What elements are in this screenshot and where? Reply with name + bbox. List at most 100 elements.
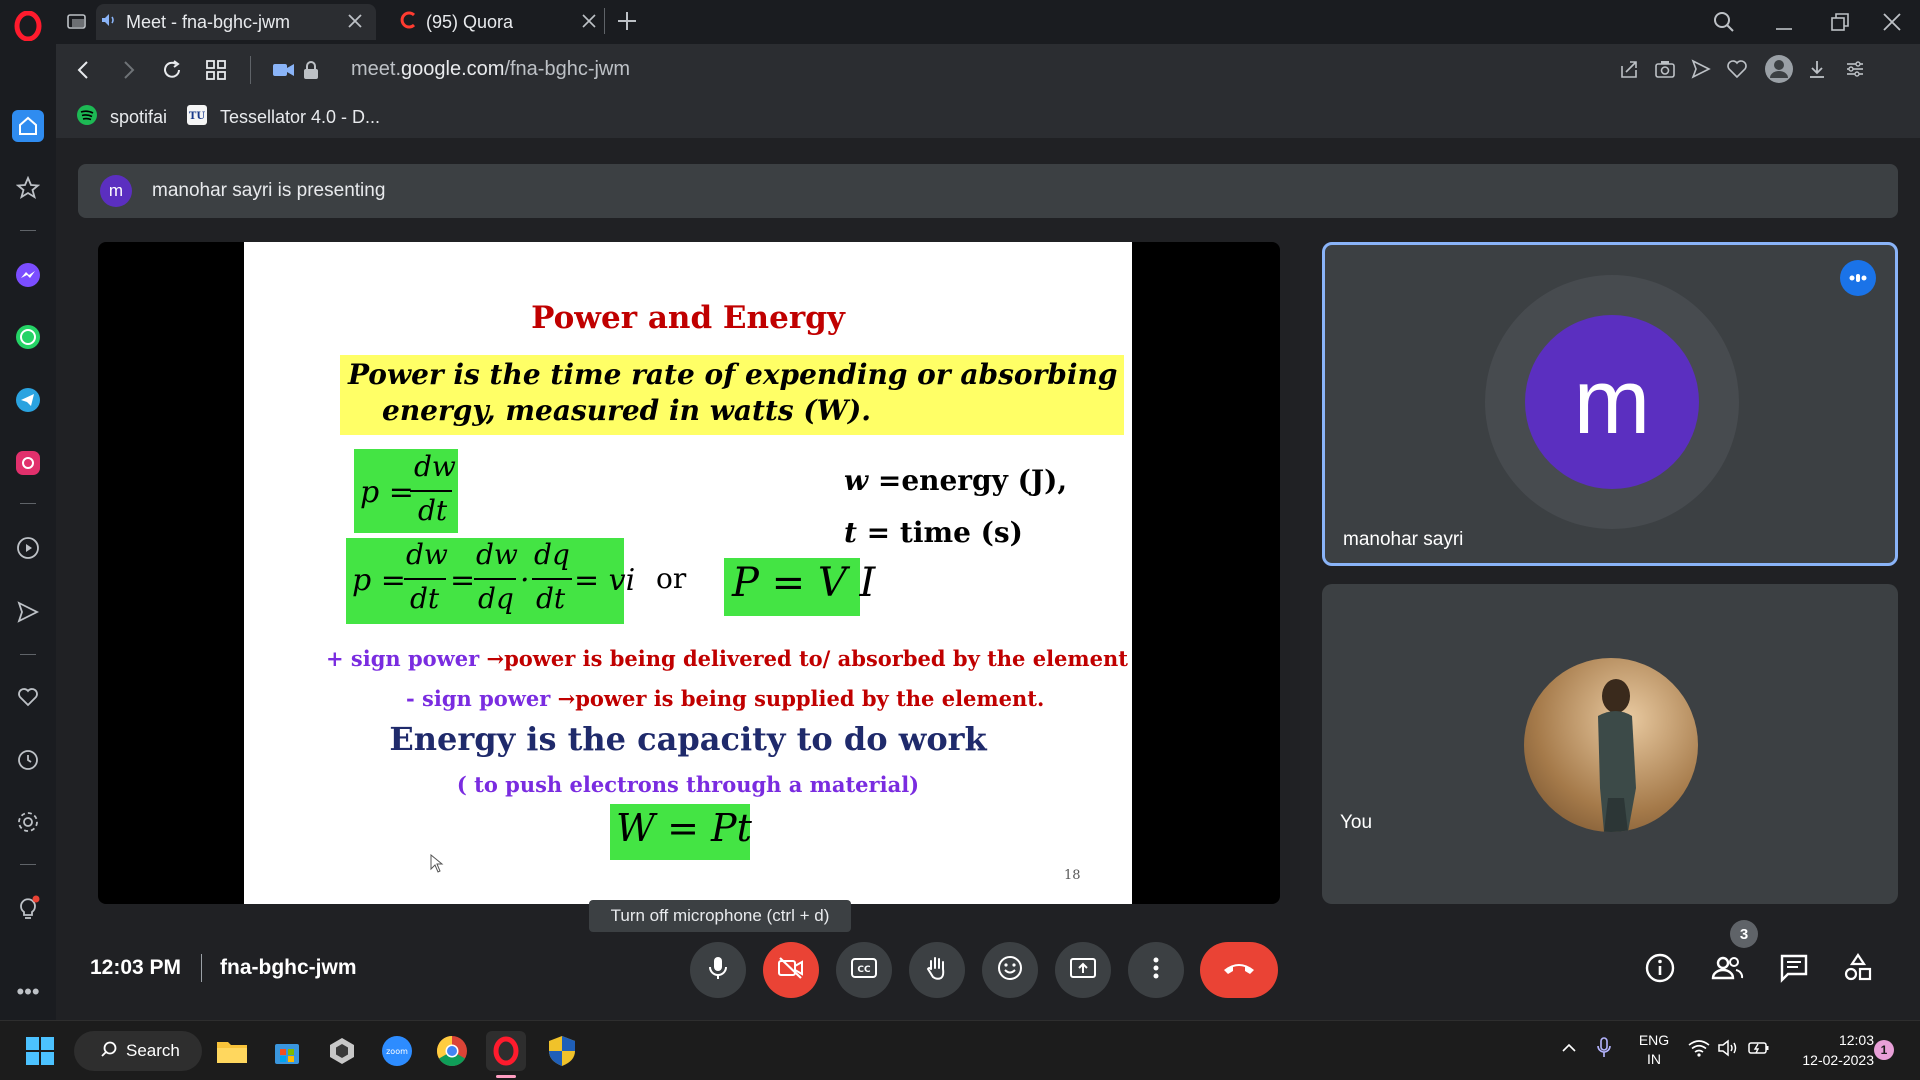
emoji-icon	[997, 955, 1023, 986]
restore-icon[interactable]	[1828, 10, 1852, 39]
slide-page-number: 18	[1064, 868, 1081, 883]
formula2-tail: = vi	[574, 563, 636, 598]
microphone-tray-icon[interactable]	[1596, 1037, 1612, 1064]
settings-gear-icon[interactable]	[12, 806, 44, 838]
speed-dial-icon[interactable]	[204, 58, 228, 82]
profile-avatar-icon[interactable]	[1764, 54, 1794, 84]
participant-tile-self[interactable]: You	[1322, 584, 1898, 904]
wifi-icon[interactable]	[1688, 1039, 1710, 1062]
spotify-icon	[76, 104, 98, 131]
meeting-info-button[interactable]	[1644, 952, 1676, 989]
emoji-button[interactable]	[982, 942, 1038, 998]
whatsapp-icon[interactable]	[12, 321, 44, 353]
tab-meet[interactable]: Meet - fna-bghc-jwm	[96, 4, 376, 40]
captions-button[interactable]: CC	[836, 942, 892, 998]
tab-quora[interactable]: (95) Quora	[340, 4, 660, 40]
microsoft-store-icon[interactable]	[267, 1031, 307, 1071]
t-meaning: = time (s)	[856, 516, 1023, 549]
language-indicator[interactable]: ENG IN	[1636, 1031, 1672, 1069]
messenger-icon[interactable]	[12, 259, 44, 291]
easy-setup-icon[interactable]	[1844, 58, 1866, 80]
forward-icon[interactable]	[116, 58, 140, 82]
opera-logo-icon[interactable]	[12, 10, 44, 42]
bookmarks-bar: spotifai TU Tessellator 4.0 - D...	[56, 96, 1920, 138]
meet-page: m manohar sayri is presenting Power and …	[56, 138, 1920, 1020]
search-tabs-icon[interactable]	[1712, 10, 1736, 39]
participant-tile-manohar[interactable]: m manohar sayri	[1322, 242, 1898, 566]
fraction-bar	[404, 578, 446, 580]
or-text: or	[656, 562, 687, 595]
file-explorer-icon[interactable]	[212, 1031, 252, 1071]
raise-hand-button[interactable]	[909, 942, 965, 998]
url-field[interactable]: meet.google.com/fna-bghc-jwm	[351, 58, 630, 81]
history-icon[interactable]	[12, 744, 44, 776]
minus-sign-line: - sign power →power is being supplied by…	[406, 686, 1044, 711]
lightbulb-icon[interactable]	[12, 892, 44, 924]
minimize-icon[interactable]	[1772, 10, 1796, 39]
chrome-icon[interactable]	[432, 1031, 472, 1071]
microphone-icon	[706, 955, 730, 986]
security-shield-icon[interactable]	[542, 1031, 582, 1071]
bookmark-heart-icon[interactable]	[1726, 58, 1748, 80]
lock-icon[interactable]	[302, 60, 320, 80]
new-tab-icon[interactable]	[616, 10, 638, 37]
people-button[interactable]	[1710, 952, 1744, 989]
opera-taskbar-icon[interactable]	[486, 1031, 526, 1071]
bookmark-spotifai[interactable]: spotifai	[76, 104, 167, 131]
notification-badge[interactable]: 1	[1874, 1040, 1894, 1060]
person-silhouette-icon	[1598, 679, 1636, 832]
share-icon[interactable]	[1618, 58, 1640, 80]
heart-icon[interactable]	[12, 681, 44, 713]
tab-overview-icon[interactable]	[66, 10, 90, 34]
telegram-icon[interactable]	[12, 384, 44, 416]
volume-icon[interactable]	[1718, 1039, 1740, 1062]
meeting-code: fna-bghc-jwm	[220, 956, 357, 979]
hand-icon	[925, 955, 949, 986]
formula2-p: p =	[352, 563, 406, 598]
download-icon[interactable]	[1806, 58, 1828, 80]
home-icon[interactable]	[12, 110, 44, 142]
clock-date: 12-02-2023	[1802, 1052, 1874, 1068]
more-dots-icon[interactable]: •••	[12, 976, 44, 1008]
url-domain: google.com	[401, 58, 505, 80]
info-icon	[1644, 953, 1676, 988]
unity-hub-icon[interactable]	[322, 1031, 362, 1071]
send-icon[interactable]	[12, 596, 44, 628]
battery-icon[interactable]	[1748, 1039, 1770, 1062]
close-window-icon[interactable]	[1880, 10, 1904, 39]
zoom-icon[interactable]: zoom	[377, 1031, 417, 1071]
close-tab-icon[interactable]	[580, 12, 598, 35]
chat-button[interactable]	[1778, 952, 1810, 989]
tab-strip: Meet - fna-bghc-jwm (95) Quora	[56, 0, 1920, 44]
activities-button[interactable]	[1842, 952, 1874, 989]
speaker-icon[interactable]	[100, 11, 118, 34]
more-options-button[interactable]	[1128, 942, 1184, 998]
presenter-avatar: m	[100, 175, 132, 207]
windows-start-icon[interactable]	[20, 1031, 60, 1071]
back-icon[interactable]	[72, 58, 96, 82]
svg-text:CC: CC	[857, 965, 871, 975]
fraction-bar	[474, 578, 516, 580]
bookmark-tessellator[interactable]: TU Tessellator 4.0 - D...	[186, 104, 380, 131]
taskbar-search[interactable]: Search	[74, 1031, 202, 1071]
svg-text:zoom: zoom	[386, 1047, 408, 1056]
instagram-icon[interactable]	[12, 447, 44, 479]
reload-icon[interactable]	[160, 58, 184, 82]
present-screen-button[interactable]	[1055, 942, 1111, 998]
camera-in-use-icon[interactable]	[272, 60, 296, 80]
send-to-flow-icon[interactable]	[1690, 58, 1712, 80]
camera-button[interactable]	[763, 942, 819, 998]
more-vert-icon	[1152, 956, 1160, 985]
star-icon[interactable]	[12, 172, 44, 204]
w-meaning: =energy (J),	[868, 464, 1068, 497]
show-hidden-icons[interactable]	[1560, 1039, 1578, 1062]
clock[interactable]: 12:03 12-02-2023	[1784, 1030, 1874, 1070]
player-icon[interactable]	[12, 532, 44, 564]
snapshot-camera-icon[interactable]	[1654, 58, 1676, 80]
formula-pvi: P = V I	[732, 560, 876, 606]
leave-call-button[interactable]	[1200, 942, 1278, 998]
opera-sidebar: •••	[0, 0, 56, 1020]
participant-name: manohar sayri	[1343, 529, 1464, 550]
energy-subtitle: ( to push electrons through a material)	[456, 772, 920, 797]
microphone-button[interactable]	[690, 942, 746, 998]
